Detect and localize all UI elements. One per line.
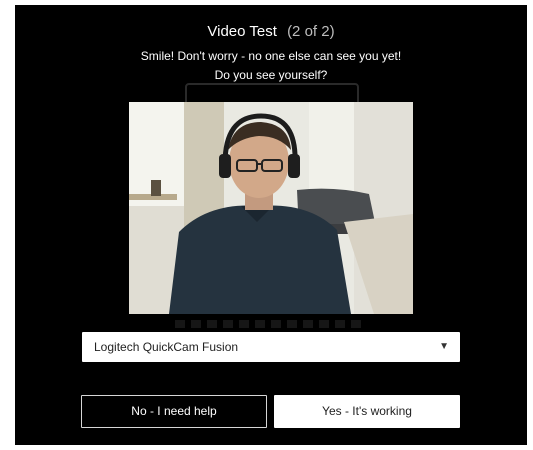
title-text: Video Test [207, 23, 277, 40]
camera-preview [129, 102, 413, 314]
dialog-title: Video Test (2 of 2) [15, 23, 527, 40]
need-help-button[interactable]: No - I need help [81, 395, 267, 428]
chevron-down-icon[interactable]: ▼ [439, 332, 449, 362]
camera-select-dropdown[interactable]: Logitech QuickCam Fusion ▼ [82, 332, 460, 362]
video-test-dialog: Video Test (2 of 2) Smile! Don't worry -… [15, 5, 527, 445]
camera-select-value: Logitech QuickCam Fusion [94, 340, 239, 354]
its-working-button[interactable]: Yes - It's working [274, 395, 460, 428]
instruction-line-2: Do you see yourself? [214, 68, 328, 82]
background-caption-ghost [175, 320, 365, 328]
instruction-line-1: Smile! Don't worry - no one else can see… [140, 49, 402, 63]
camera-preview-image [129, 102, 413, 314]
step-indicator: (2 of 2) [287, 23, 335, 40]
